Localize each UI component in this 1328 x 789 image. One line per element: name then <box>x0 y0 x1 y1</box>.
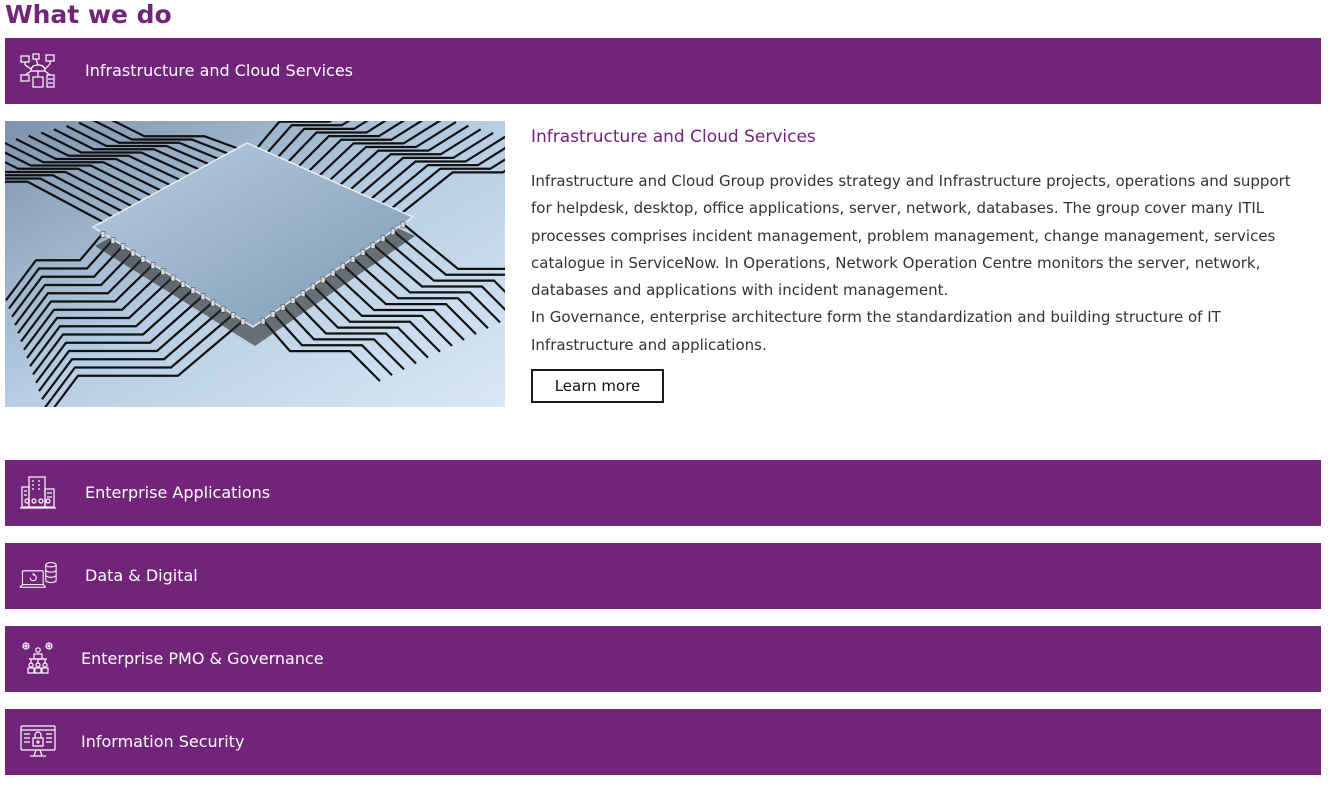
secure-monitor-icon <box>19 724 57 760</box>
what-we-do-page: What we do Infrastructure and Cloud Serv… <box>0 0 1328 789</box>
circuit-chip-image <box>5 121 505 407</box>
building-icon <box>19 475 57 511</box>
section-title: What we do <box>5 0 172 29</box>
accordion-header-enterprise-pmo[interactable]: Enterprise PMO & Governance <box>5 626 1321 692</box>
network-devices-icon <box>19 53 57 89</box>
learn-more-button[interactable]: Learn more <box>531 369 664 403</box>
accordion-header-enterprise-applications[interactable]: Enterprise Applications <box>5 460 1321 526</box>
accordion-header-data-digital[interactable]: Data & Digital <box>5 543 1321 609</box>
accordion-label: Information Security <box>81 732 245 751</box>
accordion-label: Enterprise Applications <box>85 483 271 502</box>
accordion-header-infrastructure[interactable]: Infrastructure and Cloud Services <box>5 38 1321 104</box>
panel-title: Infrastructure and Cloud Services <box>531 127 816 147</box>
accordion-label: Data & Digital <box>85 566 198 585</box>
accordion-label: Infrastructure and Cloud Services <box>85 61 354 80</box>
laptop-database-icon <box>19 558 57 594</box>
panel-description: Infrastructure and Cloud Group provides … <box>531 168 1311 359</box>
team-gears-icon <box>19 641 57 677</box>
accordion-label: Enterprise PMO & Governance <box>81 649 324 668</box>
accordion-header-information-security[interactable]: Information Security <box>5 709 1321 775</box>
panel-paragraph-2: In Governance, enterprise architecture f… <box>531 308 1221 354</box>
panel-paragraph-1: Infrastructure and Cloud Group provides … <box>531 172 1291 300</box>
